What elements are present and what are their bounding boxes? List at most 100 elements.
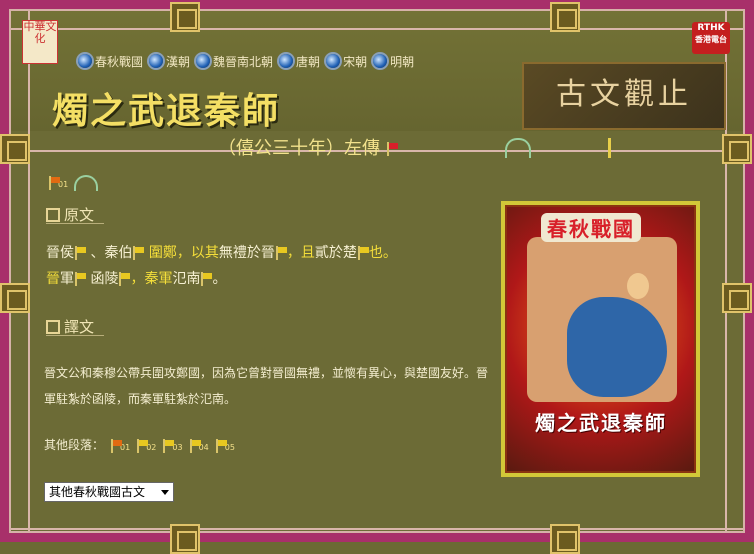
section-original-label: 原文 — [64, 206, 95, 224]
section-underline — [46, 223, 104, 224]
ornament-badge — [722, 134, 752, 164]
ornament-line-top — [11, 28, 743, 30]
ornament-badge — [0, 134, 30, 164]
headphone-icon[interactable] — [74, 175, 99, 191]
flag-icon — [162, 439, 175, 453]
nav-item-han[interactable]: 漢朝 — [149, 53, 190, 70]
nav-dot-icon — [326, 54, 341, 68]
section-box-icon — [46, 319, 60, 334]
dynasty-nav: 春秋戰國 漢朝 魏晉南北朝 唐朝 宋朝 明朝 — [78, 51, 414, 71]
text-segment: 軍 — [158, 271, 173, 287]
flag-icon — [136, 439, 149, 453]
audio-controls: 01 — [48, 172, 99, 191]
ornament-badge — [722, 283, 752, 313]
text-segment: 軍 — [60, 271, 74, 287]
paragraph-link-01[interactable]: 01 — [110, 439, 130, 453]
nav-item-ming[interactable]: 明朝 — [373, 53, 414, 70]
paragraph-link-05[interactable]: 05 — [215, 439, 235, 453]
seal-text: 古文觀止 — [556, 77, 692, 112]
nav-label: 唐朝 — [296, 54, 321, 69]
text-segment: ，且 — [286, 245, 315, 261]
section-translation-label: 譯文 — [64, 318, 95, 336]
flag-icon[interactable] — [74, 246, 86, 260]
illustration-image: 春秋戰國 燭之武退秦師 — [505, 205, 696, 473]
flag-icon[interactable] — [200, 272, 213, 286]
flag-icon[interactable] — [357, 246, 369, 260]
ornament-badge — [170, 2, 200, 32]
flag-icon[interactable] — [386, 142, 398, 156]
nav-label: 春秋戰國 — [95, 54, 144, 69]
text-segment: 也。 — [368, 245, 397, 261]
flag-icon — [189, 439, 201, 453]
text-segment: ，秦 — [130, 271, 159, 287]
nav-label: 魏晉南北朝 — [213, 54, 274, 69]
nav-dot-icon — [78, 54, 92, 68]
text-segment: 圍鄭 — [148, 245, 177, 261]
nav-dot-icon — [149, 54, 164, 68]
paragraph-link-03[interactable]: 03 — [162, 439, 183, 453]
rthk-sub: 香港電台 — [695, 35, 727, 44]
translation-text: 晉文公和秦穆公帶兵圍攻鄭國，因為它曾對晉國無禮，並懷有異心，與楚國友好。晉軍駐紮… — [44, 366, 489, 406]
text-segment: ，以其 — [176, 245, 219, 261]
nav-item-song[interactable]: 宋朝 — [326, 53, 367, 70]
ornament-badge — [170, 524, 200, 554]
section-box-icon — [46, 207, 60, 222]
flag-icon[interactable] — [118, 272, 131, 286]
select-value: 其他春秋戰國古文 — [49, 485, 146, 499]
nav-item-wei-jin[interactable]: 魏晉南北朝 — [196, 53, 273, 70]
card-top-title: 春秋戰國 — [541, 213, 641, 242]
logo-text: 中華文化 — [23, 20, 57, 45]
other-paragraphs-label: 其他段落： — [44, 438, 105, 452]
nav-dot-icon — [196, 54, 211, 68]
text-segment: 氾南 — [172, 271, 201, 287]
original-text: 晉侯 、秦伯 圍鄭，以其無禮於晉 ，且貳於楚 也。 晉軍 函陵 ，秦軍氾南。 — [46, 240, 496, 292]
paragraph-link-02[interactable]: 02 — [136, 439, 156, 453]
page-subtitle: （僖公三十年）左傳 — [218, 134, 398, 160]
chinese-culture-logo[interactable]: 中華文化 — [22, 20, 58, 64]
ornament-badge — [550, 2, 580, 32]
flag-icon — [215, 439, 227, 453]
nav-item-tang[interactable]: 唐朝 — [279, 53, 320, 70]
pen-icon[interactable] — [608, 138, 611, 158]
chevron-down-icon — [161, 490, 169, 495]
original-line-1: 晉侯 、秦伯 圍鄭，以其無禮於晉 ，且貳於楚 也。 — [46, 240, 496, 266]
text-segment: 晉 — [46, 271, 60, 287]
illustration-card: 春秋戰國 燭之武退秦師 — [501, 201, 700, 477]
card-bottom-title: 燭之武退秦師 — [535, 411, 667, 435]
nav-label: 漢朝 — [166, 54, 191, 69]
section-underline — [46, 335, 104, 336]
text-segment: 函陵 — [90, 271, 119, 287]
flag-icon — [110, 439, 123, 453]
ornament-line-bottom — [11, 528, 743, 530]
ornament-line-left — [28, 11, 30, 531]
text-segment: 。 — [212, 271, 227, 287]
original-line-2: 晉軍 函陵 ，秦軍氾南。 — [46, 266, 496, 292]
rthk-logo[interactable]: RTHK 香港電台 — [692, 22, 730, 54]
text-segment: 貳於楚 — [314, 245, 357, 261]
nav-label: 明朝 — [390, 54, 415, 69]
nav-item-spring-autumn[interactable]: 春秋戰國 — [78, 53, 143, 70]
flag-icon[interactable] — [275, 246, 287, 260]
subtitle-text: （僖公三十年）左傳 — [218, 138, 380, 159]
rthk-label: RTHK — [697, 23, 725, 33]
nav-dot-icon — [373, 54, 388, 68]
flag-icon[interactable] — [132, 246, 145, 260]
page-title: 燭之武退秦師 — [52, 90, 281, 132]
audio-clip-flag[interactable]: 01 — [48, 172, 68, 191]
text-segment: 晉侯 — [46, 245, 74, 261]
flag-icon[interactable] — [74, 272, 86, 286]
text-segment: 無禮於晉 — [218, 245, 275, 261]
ornament-badge — [0, 283, 30, 313]
other-articles-select[interactable]: 其他春秋戰國古文 — [44, 482, 174, 502]
ornament-badge — [550, 524, 580, 554]
flag-icon — [48, 175, 60, 190]
headset-icon[interactable] — [505, 138, 531, 158]
nav-dot-icon — [279, 54, 294, 68]
section-original-header: 原文 — [46, 204, 94, 225]
text-segment: 、秦伯 — [90, 245, 133, 261]
illustration-figure-head — [627, 273, 649, 299]
other-paragraphs: 其他段落： 01 02 03 04 05 — [44, 436, 235, 453]
paragraph-link-04[interactable]: 04 — [189, 439, 209, 453]
guwen-guanzhi-logo: 古文觀止 — [522, 62, 726, 130]
section-translation-header: 譯文 — [46, 316, 94, 337]
